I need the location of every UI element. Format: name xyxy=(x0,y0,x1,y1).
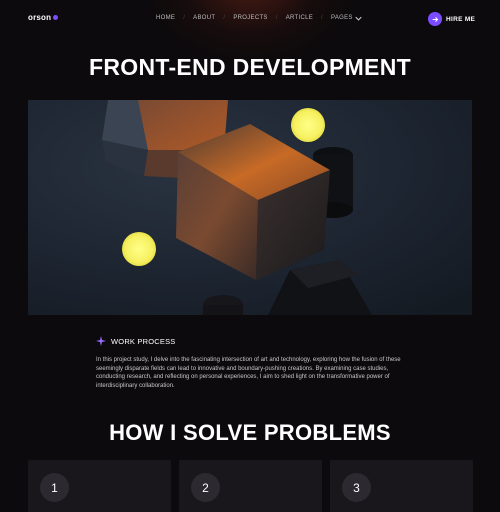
step-card: 3 xyxy=(330,460,473,512)
work-process-body: In this project study, I delve into the … xyxy=(96,357,401,389)
step-card: 1 xyxy=(28,460,171,512)
page-title: FRONT-END DEVELOPMENT xyxy=(89,54,411,80)
nav-separator: / xyxy=(275,15,278,21)
main-menu: HOME / ABOUT / PROJECTS / ARTICLE / PAGE… xyxy=(156,15,362,21)
nav-separator: / xyxy=(223,15,226,21)
logo-dot-icon xyxy=(52,15,58,20)
step-card: 2 xyxy=(179,460,322,512)
chevron-down-icon xyxy=(355,16,362,21)
work-process-heading: WORK PROCESS xyxy=(96,336,176,346)
hire-me-button[interactable]: HIRE ME xyxy=(428,12,475,26)
section-title: HOW I SOLVE PROBLEMS xyxy=(109,420,391,445)
nav-item-projects[interactable]: PROJECTS xyxy=(233,15,267,21)
nav-item-pages[interactable]: PAGES xyxy=(331,15,362,21)
nav-item-about[interactable]: ABOUT xyxy=(193,15,215,21)
logo[interactable]: orson xyxy=(28,13,58,22)
top-navigation: orson HOME / ABOUT / PROJECTS / ARTICLE … xyxy=(0,0,500,40)
nav-separator: / xyxy=(183,15,186,21)
hire-circle xyxy=(428,12,442,26)
work-process-label: WORK PROCESS xyxy=(111,336,176,346)
arrow-right-icon xyxy=(432,16,438,22)
nav-item-pages-label: PAGES xyxy=(331,15,353,21)
hero-image xyxy=(28,100,472,315)
step-number: 3 xyxy=(342,473,371,502)
sparkle-icon xyxy=(96,336,106,346)
nav-separator: / xyxy=(321,15,323,21)
step-number: 2 xyxy=(191,473,220,502)
step-number: 1 xyxy=(40,473,69,502)
nav-item-home[interactable]: HOME xyxy=(156,15,175,21)
nav-item-article[interactable]: ARTICLE xyxy=(286,15,313,21)
logo-text: orson xyxy=(28,13,52,22)
hire-me-label: HIRE ME xyxy=(446,15,476,23)
